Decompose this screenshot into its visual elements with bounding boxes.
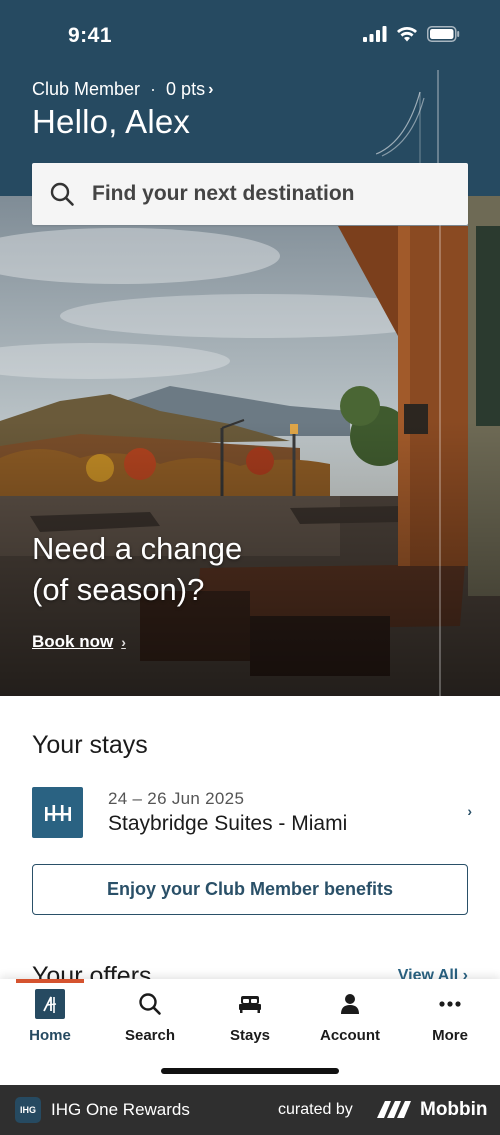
- ihg-home-icon: [35, 989, 65, 1019]
- separator-dot: ·: [150, 79, 157, 99]
- tab-search[interactable]: Search: [100, 989, 200, 1051]
- signal-icon: [363, 26, 387, 47]
- tab-home-label: Home: [29, 1027, 71, 1044]
- chevron-right-icon: ›: [121, 634, 126, 650]
- bed-icon: [239, 989, 261, 1019]
- search-icon: [32, 181, 92, 207]
- chevron-right-icon: ›: [208, 80, 214, 98]
- membership-tier: Club Member: [32, 79, 141, 99]
- stay-hotel-name: Staybridge Suites - Miami: [108, 812, 348, 835]
- mobbin-logo-icon: [375, 1098, 413, 1125]
- more-dots-icon: [439, 989, 461, 1019]
- points-balance: 0 pts: [166, 79, 206, 99]
- stay-card[interactable]: 24 – 26 Jun 2025 Staybridge Suites - Mia…: [32, 785, 472, 841]
- ihg-app-badge: IHG: [15, 1097, 41, 1123]
- footer-brand: Mobbin: [420, 1099, 488, 1120]
- destination-search-bar[interactable]: Find your next destination: [32, 163, 468, 225]
- tab-stays[interactable]: Stays: [200, 989, 300, 1051]
- status-time: 9:41: [68, 24, 113, 47]
- tab-more-label: More: [432, 1027, 468, 1044]
- stay-dates: 24 – 26 Jun 2025: [108, 789, 245, 808]
- tab-more[interactable]: More: [400, 989, 500, 1051]
- footer-curated-by: curated by: [278, 1101, 353, 1118]
- bottom-tab-bar: Home Search Stays Account More: [0, 979, 500, 1085]
- chevron-right-icon: ›: [467, 803, 472, 819]
- hero-headline: Need a change (of season)?: [32, 528, 242, 610]
- person-icon: [340, 989, 360, 1019]
- tab-search-label: Search: [124, 1027, 176, 1044]
- attribution-footer: IHG IHG One Rewards curated by Mobbin: [0, 1085, 500, 1135]
- tab-account-label: Account: [320, 1027, 380, 1044]
- hero-headline-line-1: Need a change: [32, 531, 243, 566]
- greeting-title: Hello, Alex: [32, 103, 191, 140]
- active-tab-indicator: [16, 979, 84, 983]
- search-icon: [138, 989, 162, 1019]
- footer-app-name: IHG One Rewards: [51, 1100, 190, 1119]
- wifi-icon: [396, 26, 418, 47]
- hero-image: [0, 196, 500, 696]
- home-indicator: [161, 1068, 339, 1074]
- member-benefits-button[interactable]: Enjoy your Club Member benefits: [32, 864, 468, 915]
- promo-hero-banner[interactable]: Need a change (of season)? Book now ›: [0, 196, 500, 696]
- hero-headline-line-2: (of season)?: [32, 572, 205, 607]
- book-now-link[interactable]: Book now ›: [32, 632, 126, 652]
- tab-account[interactable]: Account: [300, 989, 400, 1051]
- tab-home[interactable]: Home: [0, 989, 100, 1051]
- search-placeholder: Find your next destination: [92, 182, 355, 205]
- book-now-label: Book now: [32, 632, 114, 651]
- status-icons: [363, 26, 460, 47]
- staybridge-logo-icon: [32, 787, 83, 838]
- battery-icon: [427, 26, 460, 47]
- stays-section-title: Your stays: [32, 731, 148, 759]
- tab-stays-label: Stays: [229, 1027, 271, 1044]
- membership-status[interactable]: Club Member · 0 pts ›: [32, 79, 213, 100]
